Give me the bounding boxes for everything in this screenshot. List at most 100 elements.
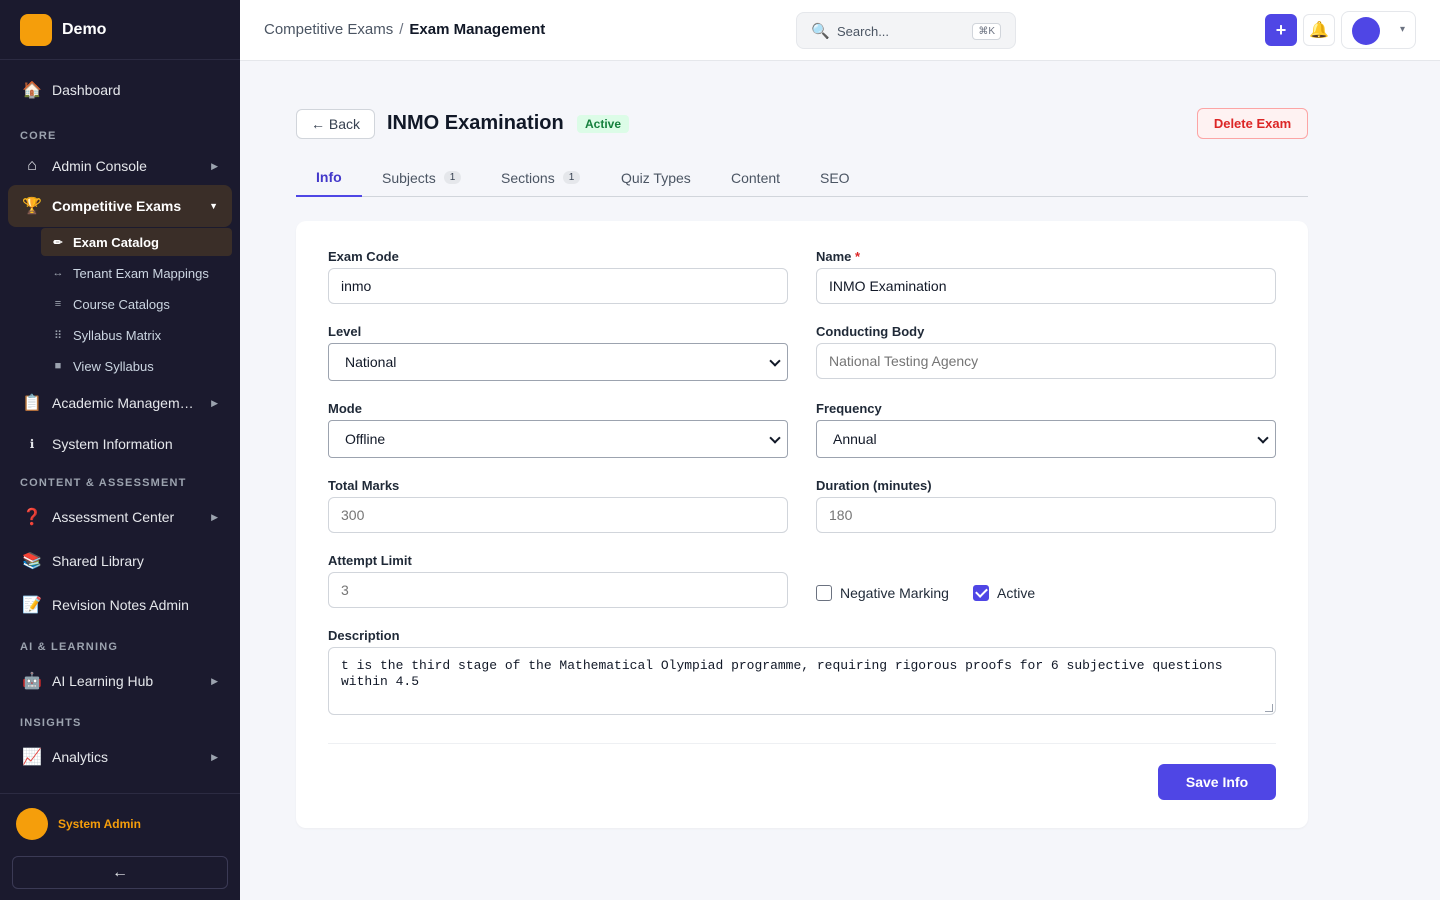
sidebar: Demo 🏠 Dashboard CORE ⌂ Admin Console ▶ …: [0, 0, 240, 900]
sidebar-item-analytics[interactable]: 📈 Analytics ▶: [8, 736, 232, 778]
save-info-button[interactable]: Save Info: [1158, 764, 1276, 800]
checkbox-label: Negative Marking: [840, 585, 949, 601]
sidebar-item-dashboard[interactable]: 🏠 Dashboard: [8, 69, 232, 111]
negative-marking-checkbox[interactable]: Negative Marking: [816, 585, 949, 601]
duration-field[interactable]: [816, 497, 1276, 533]
tab-sections[interactable]: Sections 1: [501, 158, 581, 197]
tab-subjects[interactable]: Subjects 1: [382, 158, 462, 197]
frequency-select[interactable]: Annual: [816, 420, 1276, 458]
shortcut-hint: ⌘K: [972, 23, 1001, 40]
count-badge: 1: [443, 171, 462, 184]
arrows-horizontal-icon: ↔: [52, 267, 64, 279]
chevron-right-icon: ▶: [211, 751, 218, 762]
breadcrumb-parent[interactable]: Competitive Exams: [264, 21, 393, 38]
brand-logo: [20, 13, 52, 46]
robot-icon: 🤖: [22, 673, 42, 690]
add-button[interactable]: +: [1265, 14, 1297, 46]
pencil-icon: ✏: [53, 236, 63, 249]
bell-icon: 🔔: [1309, 22, 1329, 39]
checkbox-checked[interactable]: [973, 585, 989, 601]
name-label: Name *: [816, 249, 860, 264]
sidebar-subitem-label: Exam Catalog: [73, 234, 159, 250]
brand[interactable]: Demo: [0, 0, 240, 60]
section-label-content: CONTENT & ASSESSMENT: [20, 477, 187, 489]
sidebar-item-assessment-center[interactable]: ❓ Assessment Center ▶: [8, 496, 232, 538]
tab-label: Subjects: [382, 169, 436, 186]
level-select-value: National: [345, 354, 397, 370]
sidebar-item-system-information[interactable]: ℹ System Information: [8, 423, 232, 465]
duration-label: Duration (minutes): [816, 478, 932, 493]
tab-content[interactable]: Content: [731, 158, 780, 197]
description-textarea[interactable]: t is the third stage of the Mathematical…: [328, 647, 1276, 715]
page-title: INMO Examination: [387, 112, 564, 134]
sidebar-item-label: AI Learning Hub: [52, 673, 154, 689]
active-checkbox[interactable]: Active: [973, 585, 1035, 601]
mode-select[interactable]: Offline: [328, 420, 788, 458]
divider: [328, 743, 1276, 744]
total-marks-field[interactable]: [328, 497, 788, 533]
trophy-icon: 🏆: [22, 198, 42, 215]
search-input[interactable]: 🔍 Search... ⌘K: [796, 12, 1016, 49]
conducting-body-label: Conducting Body: [816, 324, 925, 339]
sidebar-subitem-label: Course Catalogs: [73, 296, 170, 312]
tab-quiz-types[interactable]: Quiz Types: [621, 158, 691, 197]
chevron-right-icon: ▶: [211, 675, 218, 686]
exam-code-field[interactable]: [328, 268, 788, 304]
name-field[interactable]: [816, 268, 1276, 304]
count-badge: 1: [562, 171, 581, 184]
status-badge: Active: [577, 115, 630, 133]
required-marker: *: [855, 249, 861, 264]
sidebar-subitem-label: View Syllabus: [73, 358, 154, 374]
description-text: t is the third stage of the Mathematical…: [341, 658, 1223, 689]
tab-label: Content: [731, 169, 781, 186]
total-marks-label: Total Marks: [328, 478, 400, 493]
chevron-down-icon: ▼: [209, 201, 218, 211]
house-icon: 🏠: [22, 82, 42, 99]
tab-bar: Info Subjects 1 Sections 1 Quiz Types Cont…: [296, 158, 1308, 197]
sidebar-item-shared-library[interactable]: 📚 Shared Library: [8, 540, 232, 582]
sidebar-item-ai-learning-hub[interactable]: 🤖 AI Learning Hub ▶: [8, 660, 232, 702]
question-icon: ❓: [22, 509, 42, 526]
sidebar-subitem-course-catalogs[interactable]: ≡ Course Catalogs: [41, 290, 232, 318]
chevron-down-icon: [1257, 432, 1269, 444]
avatar: [1352, 17, 1380, 45]
sidebar-item-revision-notes-admin[interactable]: 📝 Revision Notes Admin: [8, 584, 232, 626]
tab-info[interactable]: Info: [296, 158, 362, 197]
sidebar-subitem-view-syllabus[interactable]: ■ View Syllabus: [41, 352, 232, 380]
checkbox-unchecked[interactable]: [816, 585, 832, 601]
level-select[interactable]: National: [328, 343, 788, 381]
sidebar-item-label: Academic Managem…: [52, 395, 194, 411]
user-name[interactable]: System Admin: [58, 817, 141, 831]
tab-label: SEO: [820, 169, 850, 186]
user-menu[interactable]: ▾: [1341, 11, 1416, 49]
sidebar-subitem-exam-catalog[interactable]: ✏ Exam Catalog: [41, 228, 232, 256]
resize-handle-icon[interactable]: [1265, 704, 1273, 712]
sidebar-item-admin-console[interactable]: ⌂ Admin Console ▶: [8, 145, 232, 187]
avatar[interactable]: [16, 808, 48, 840]
back-button[interactable]: ← Back: [296, 109, 375, 139]
sidebar-item-competitive-exams[interactable]: 🏆 Competitive Exams ▼: [8, 185, 232, 227]
attempt-limit-field[interactable]: [328, 572, 788, 608]
sidebar-subitem-syllabus-matrix[interactable]: ⠿ Syllabus Matrix: [41, 321, 232, 349]
sidebar-subitem-tenant-exam-mappings[interactable]: ↔ Tenant Exam Mappings: [41, 259, 232, 287]
collapse-sidebar-button[interactable]: ←: [12, 856, 228, 889]
chevron-right-icon: ▶: [211, 160, 218, 171]
delete-exam-button[interactable]: Delete Exam: [1197, 108, 1308, 139]
checkbox-label: Active: [997, 585, 1036, 601]
mode-select-value: Offline: [345, 431, 386, 447]
sidebar-item-label: Admin Console: [52, 158, 147, 174]
tab-seo[interactable]: SEO: [820, 158, 850, 197]
sidebar-footer: System Admin ←: [0, 793, 240, 900]
chevron-right-icon: ▶: [211, 511, 218, 522]
tab-label: Quiz Types: [621, 169, 691, 186]
sidebar-item-academic-management[interactable]: 📋 Academic Managem… ▶: [8, 382, 232, 424]
square-icon: ■: [54, 360, 62, 372]
frequency-select-value: Annual: [833, 431, 877, 447]
notifications-button[interactable]: 🔔: [1303, 14, 1335, 46]
list-icon: ≡: [54, 298, 62, 310]
conducting-body-field[interactable]: [816, 343, 1276, 379]
sidebar-item-label: Assessment Center: [52, 509, 175, 525]
breadcrumb: Competitive Exams / Exam Management: [264, 21, 545, 38]
grid-icon: ⠿: [53, 329, 63, 342]
attempt-limit-label: Attempt Limit: [328, 553, 412, 568]
